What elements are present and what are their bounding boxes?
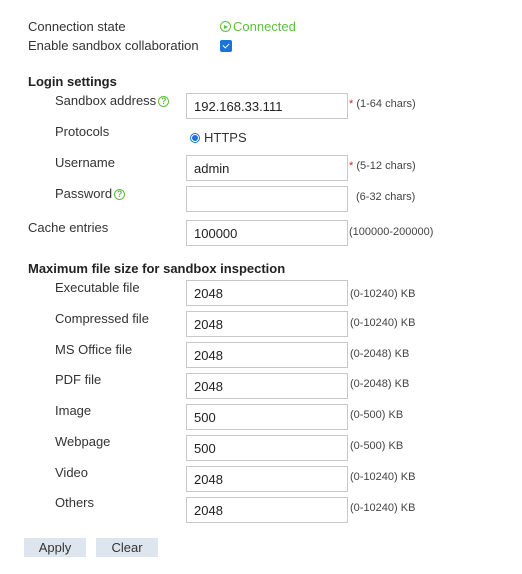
https-radio[interactable] xyxy=(190,132,200,143)
protocols-label: Protocols xyxy=(55,124,110,139)
image-input[interactable] xyxy=(186,404,348,430)
image-label: Image xyxy=(55,403,92,418)
compressed-file-label: Compressed file xyxy=(55,311,149,326)
pdf-file-hint: (0-2048) KB xyxy=(350,378,410,390)
username-label: Username xyxy=(55,155,115,170)
required-asterisk: * xyxy=(349,98,354,110)
webpage-input[interactable] xyxy=(186,435,348,461)
sandbox-address-hint-text: (1-64 chars) xyxy=(356,98,416,110)
connection-status: Connected xyxy=(220,19,296,34)
https-radio-label: HTTPS xyxy=(204,130,247,145)
webpage-hint: (0-500) KB xyxy=(350,440,404,452)
login-settings-heading: Login settings xyxy=(28,74,117,89)
others-hint: (0-10240) KB xyxy=(350,502,416,514)
help-icon[interactable]: ? xyxy=(158,96,170,107)
username-hint-text: (5-12 chars) xyxy=(356,160,416,172)
executable-file-input[interactable] xyxy=(186,280,348,306)
ms-office-file-hint: (0-2048) KB xyxy=(350,348,410,360)
pdf-file-label: PDF file xyxy=(55,372,102,387)
sandbox-address-hint: * (1-64 chars) xyxy=(349,98,416,110)
sandbox-address-label: Sandbox address? xyxy=(55,93,170,108)
apply-button[interactable]: Apply xyxy=(24,538,86,557)
video-input[interactable] xyxy=(186,466,348,492)
ms-office-file-input[interactable] xyxy=(186,342,348,368)
cache-entries-input[interactable] xyxy=(186,220,348,246)
password-label-text: Password xyxy=(55,186,113,201)
password-label: Password? xyxy=(55,186,126,201)
enable-collaboration-checkbox[interactable] xyxy=(220,40,232,52)
protocol-https-option[interactable]: HTTPS xyxy=(190,130,247,145)
compressed-file-input[interactable] xyxy=(186,311,348,337)
play-circle-icon xyxy=(220,21,231,32)
help-icon[interactable]: ? xyxy=(114,189,126,200)
cache-entries-hint: (100000-200000) xyxy=(349,226,434,238)
clear-button[interactable]: Clear xyxy=(96,538,158,557)
cache-entries-label: Cache entries xyxy=(28,220,109,235)
sandbox-address-input[interactable] xyxy=(186,93,348,119)
max-file-size-heading: Maximum file size for sandbox inspection xyxy=(28,261,286,276)
username-input[interactable] xyxy=(186,155,348,181)
connection-state-label: Connection state xyxy=(28,19,126,34)
compressed-file-hint: (0-10240) KB xyxy=(350,317,416,329)
enable-collaboration-label: Enable sandbox collaboration xyxy=(28,38,199,53)
connection-status-text: Connected xyxy=(233,19,296,34)
executable-file-hint: (0-10240) KB xyxy=(350,288,416,300)
executable-file-label: Executable file xyxy=(55,280,140,295)
others-label: Others xyxy=(55,495,95,510)
username-hint: * (5-12 chars) xyxy=(349,160,416,172)
pdf-file-input[interactable] xyxy=(186,373,348,399)
webpage-label: Webpage xyxy=(55,434,111,449)
video-hint: (0-10240) KB xyxy=(350,471,416,483)
image-hint: (0-500) KB xyxy=(350,409,404,421)
password-input[interactable] xyxy=(186,186,348,212)
required-asterisk: * xyxy=(349,160,354,172)
video-label: Video xyxy=(55,465,89,480)
others-input[interactable] xyxy=(186,497,348,523)
password-hint: (6-32 chars) xyxy=(356,191,416,203)
ms-office-file-label: MS Office file xyxy=(55,342,133,357)
sandbox-address-label-text: Sandbox address xyxy=(55,93,157,108)
